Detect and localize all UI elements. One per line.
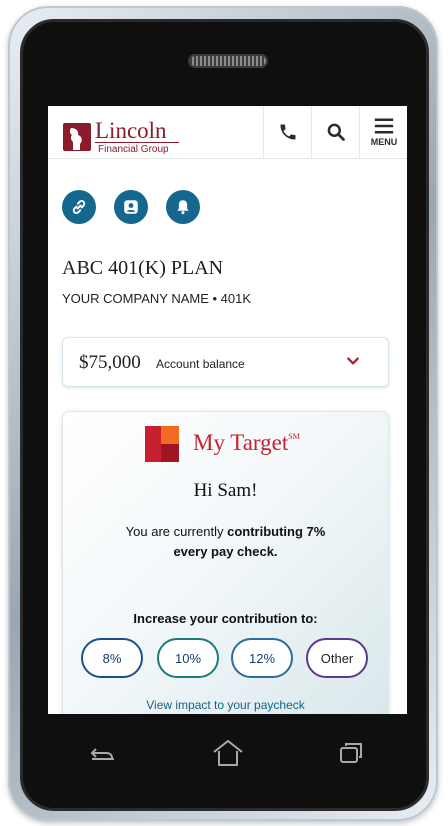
phone-icon	[280, 124, 296, 140]
lincoln-logo[interactable]: Lincoln Financial Group	[62, 118, 202, 155]
company-name: YOUR COMPANY NAME • 401K	[62, 291, 252, 306]
chevron-down-icon	[347, 357, 359, 365]
contribution-frequency: every pay check.	[173, 544, 278, 559]
profile-button[interactable]	[114, 190, 148, 224]
greeting: Hi Sam!	[193, 480, 258, 501]
increase-label: Increase your contribution to:	[133, 611, 318, 626]
option-10-percent-button[interactable]: 10%	[157, 638, 219, 678]
balance-label: Account balance	[156, 357, 245, 371]
user-icon	[124, 200, 138, 214]
contribution-rate: contributing 7%	[227, 524, 326, 539]
my-target-title: My TargetSM	[193, 430, 300, 456]
phone-button[interactable]	[263, 106, 312, 158]
recents-icon	[340, 743, 362, 763]
option-8-percent-button[interactable]: 8%	[81, 638, 143, 678]
my-target-title-text: My Target	[193, 430, 289, 455]
speaker-grille	[188, 54, 268, 68]
logo-name: Lincoln	[95, 118, 167, 143]
my-target-logo-icon	[145, 426, 179, 462]
recents-button[interactable]	[331, 735, 371, 771]
search-button[interactable]	[311, 106, 360, 158]
link-icon	[72, 200, 86, 214]
logo-subtitle: Financial Group	[98, 144, 169, 155]
account-balance-dropdown[interactable]: $75,000 Account balance	[62, 337, 389, 387]
menu-button[interactable]: MENU	[359, 106, 407, 158]
balance-amount: $75,000	[79, 352, 141, 373]
option-other-button[interactable]: Other	[306, 638, 368, 678]
link-button[interactable]	[62, 190, 96, 224]
top-header: Lincoln Financial Group MENU	[48, 106, 407, 159]
menu-icon	[374, 118, 394, 134]
back-button[interactable]	[83, 735, 123, 771]
option-12-percent-button[interactable]: 12%	[231, 638, 293, 678]
search-icon	[327, 123, 345, 141]
contribution-text: You are currently contributing 7% every …	[63, 522, 388, 562]
home-button[interactable]	[208, 735, 248, 771]
service-mark: SM	[288, 432, 300, 441]
bell-icon	[177, 200, 189, 215]
contribution-prefix: You are currently	[125, 524, 228, 539]
menu-label: MENU	[370, 137, 398, 147]
softkeys-bar	[48, 723, 407, 783]
lincoln-mark-icon	[63, 123, 91, 151]
plan-name: ABC 401(K) PLAN	[62, 257, 224, 279]
notifications-button[interactable]	[166, 190, 200, 224]
logo-rule	[95, 142, 179, 143]
home-icon	[213, 739, 243, 766]
back-icon	[90, 748, 114, 760]
app-screen: Lincoln Financial Group MENU ABC 401(K) …	[48, 106, 407, 714]
view-impact-link[interactable]: View impact to your paycheck	[63, 698, 388, 712]
my-target-card: My TargetSM Hi Sam! You are currently co…	[62, 411, 389, 714]
